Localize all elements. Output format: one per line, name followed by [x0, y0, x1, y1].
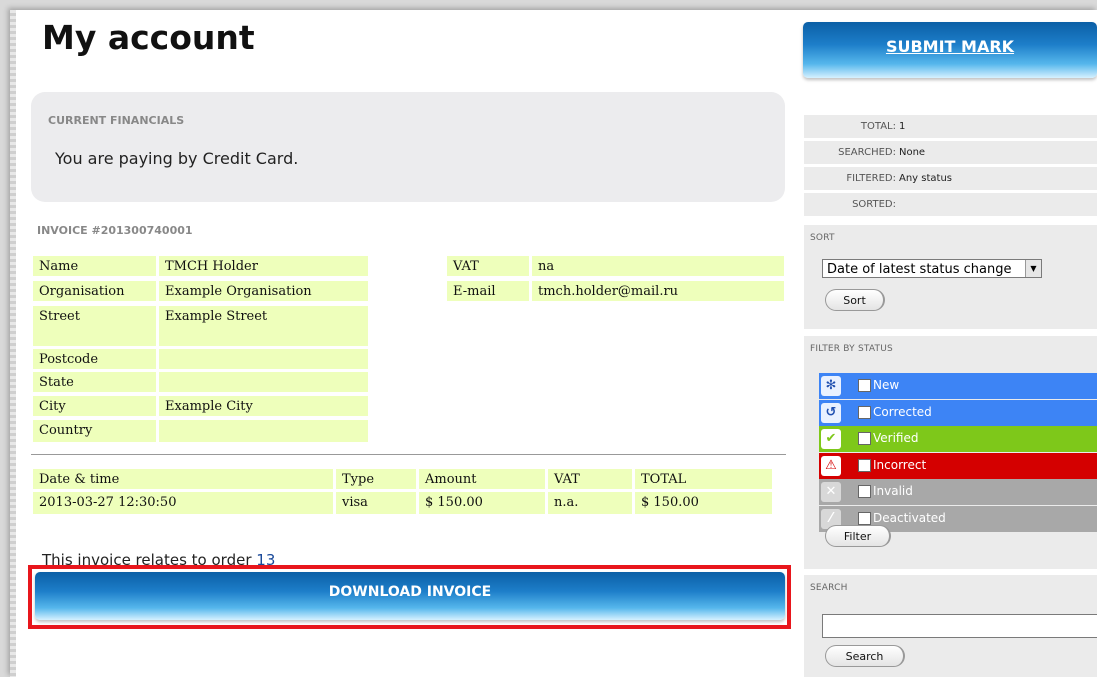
- summary-value: Any status: [899, 173, 953, 184]
- chevron-down-icon[interactable]: ▼: [1025, 260, 1041, 277]
- holder-value-organisation: Example Organisation: [159, 281, 368, 301]
- holder-value-postcode: [159, 349, 368, 369]
- filter-label-corrected: Corrected: [873, 404, 932, 419]
- current-financials-box: CURRENT FINANCIALS You are paying by Cre…: [31, 92, 785, 202]
- payment-cell-total: $ 150.00: [635, 492, 772, 514]
- payment-header-type: Type: [336, 469, 416, 489]
- holder-label-city: City: [33, 396, 156, 416]
- filter-item-verified[interactable]: ✔ Verified: [819, 426, 1097, 453]
- filter-checkbox-new[interactable]: [858, 379, 871, 392]
- sort-title: SORT: [810, 233, 835, 243]
- filter-item-invalid[interactable]: ✕ Invalid: [819, 479, 1097, 506]
- filter-button[interactable]: Filter: [825, 525, 891, 547]
- summary-row-searched: SEARCHED: None: [804, 141, 1097, 164]
- x-icon: ✕: [821, 482, 841, 503]
- filter-checkbox-verified[interactable]: [858, 432, 871, 446]
- contact-label-email: E-mail: [447, 281, 529, 301]
- page-title: My account: [42, 18, 255, 57]
- holder-label-organisation: Organisation: [33, 281, 156, 301]
- contact-value-vat: na: [532, 256, 784, 276]
- summary-row-sorted: SORTED:: [804, 193, 1097, 216]
- payment-header-amount: Amount: [419, 469, 545, 489]
- gear-icon: ✻: [821, 376, 841, 396]
- sort-select-value: Date of latest status change: [827, 262, 1012, 277]
- check-icon: ✔: [821, 429, 841, 450]
- sort-button[interactable]: Sort: [825, 289, 885, 311]
- app-window: My account CURRENT FINANCIALS You are pa…: [10, 10, 1097, 677]
- search-title: SEARCH: [810, 583, 848, 593]
- download-invoice-button[interactable]: DOWNLOAD INVOICE: [35, 572, 785, 620]
- filter-checkbox-incorrect[interactable]: [858, 458, 871, 472]
- payment-cell-vat: n.a.: [548, 492, 632, 514]
- summary-label: TOTAL:: [860, 121, 896, 132]
- filter-title: FILTER BY STATUS: [810, 344, 893, 354]
- payment-header-datetime: Date & time: [33, 469, 333, 489]
- submit-mark-button[interactable]: SUBMIT MARK: [803, 22, 1097, 78]
- summary-value: 1: [899, 121, 906, 132]
- summary-value: [896, 199, 899, 210]
- filter-checkbox-invalid[interactable]: [858, 485, 871, 499]
- financials-text: You are paying by Credit Card.: [55, 149, 299, 168]
- summary-label: SEARCHED:: [838, 147, 896, 158]
- holder-value-city: Example City: [159, 396, 368, 416]
- payment-cell-amount: $ 150.00: [419, 492, 545, 514]
- invoice-number: INVOICE #201300740001: [37, 224, 193, 237]
- refresh-icon: ↺: [821, 402, 841, 423]
- summary-label: SORTED:: [852, 199, 896, 210]
- filter-item-corrected[interactable]: ↺ Corrected: [819, 399, 1097, 426]
- filter-checkbox-deactivated[interactable]: [858, 511, 871, 525]
- holder-value-country: [159, 420, 368, 442]
- summary-row-total: TOTAL: 1: [804, 115, 1097, 138]
- contact-value-email: tmch.holder@mail.ru: [532, 281, 784, 301]
- payment-header-vat: VAT: [548, 469, 632, 489]
- search-panel: SEARCH Search: [804, 575, 1097, 677]
- filter-label-deactivated: Deactivated: [873, 510, 946, 525]
- summary-value: None: [899, 147, 926, 158]
- holder-value-name: TMCH Holder: [159, 256, 368, 276]
- sort-panel: SORT Date of latest status change ▼ Sort: [804, 225, 1097, 329]
- status-filter-list: ✻ New ↺ Corrected ✔ Verified ⚠ Incorrect…: [819, 373, 1097, 533]
- filter-panel: FILTER BY STATUS ✻ New ↺ Corrected ✔ Ver…: [804, 336, 1097, 569]
- payment-header-total: TOTAL: [635, 469, 772, 489]
- filter-item-new[interactable]: ✻ New: [819, 373, 1097, 399]
- contact-label-vat: VAT: [447, 256, 529, 276]
- payment-cell-datetime: 2013-03-27 12:30:50: [33, 492, 333, 514]
- filter-label-incorrect: Incorrect: [873, 457, 927, 472]
- holder-label-street: Street: [33, 306, 156, 346]
- summary-row-filtered: FILTERED: Any status: [804, 167, 1097, 190]
- holder-label-postcode: Postcode: [33, 349, 156, 369]
- filter-label-verified: Verified: [873, 431, 919, 446]
- filter-item-incorrect[interactable]: ⚠ Incorrect: [819, 452, 1097, 479]
- holder-label-name: Name: [33, 256, 156, 276]
- filter-label-new: New: [873, 378, 900, 392]
- section-divider: [31, 454, 786, 455]
- search-input[interactable]: [822, 614, 1097, 638]
- left-edge-strip: [10, 10, 16, 677]
- holder-label-state: State: [33, 372, 156, 392]
- warning-icon: ⚠: [821, 455, 841, 476]
- holder-value-street: Example Street: [159, 306, 368, 346]
- sort-select[interactable]: Date of latest status change ▼: [822, 259, 1042, 278]
- search-button[interactable]: Search: [825, 645, 905, 667]
- holder-label-country: Country: [33, 420, 156, 442]
- summary-panel: TOTAL: 1 SEARCHED: None FILTERED: Any statu…: [804, 115, 1097, 219]
- financials-label: CURRENT FINANCIALS: [48, 114, 185, 127]
- summary-label: FILTERED:: [846, 173, 896, 184]
- filter-label-invalid: Invalid: [873, 484, 913, 499]
- holder-value-state: [159, 372, 368, 392]
- filter-checkbox-corrected[interactable]: [858, 405, 871, 419]
- payment-cell-type: visa: [336, 492, 416, 514]
